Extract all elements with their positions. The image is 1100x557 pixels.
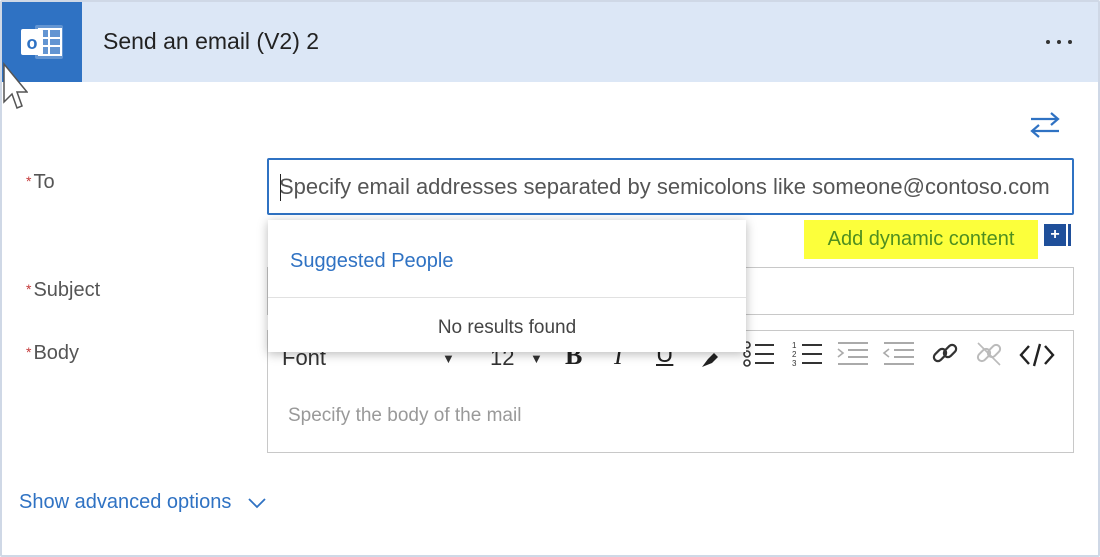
show-advanced-options-label[interactable]: Show advanced options bbox=[19, 491, 231, 514]
divider bbox=[268, 297, 746, 298]
code-view-icon[interactable] bbox=[1018, 341, 1056, 369]
required-marker: * bbox=[26, 173, 32, 189]
svg-text:3: 3 bbox=[792, 359, 797, 368]
svg-text:1: 1 bbox=[792, 341, 797, 350]
decrease-indent-icon[interactable] bbox=[836, 339, 870, 369]
required-marker: * bbox=[26, 281, 32, 297]
text-caret bbox=[280, 174, 281, 201]
show-advanced-options-link[interactable]: Show advanced options bbox=[19, 491, 267, 514]
more-options-icon[interactable] bbox=[1036, 24, 1082, 60]
svg-text:2: 2 bbox=[792, 350, 797, 359]
swap-arrows-icon[interactable] bbox=[1028, 110, 1062, 140]
numbered-list-icon[interactable]: 1 2 3 bbox=[790, 339, 824, 369]
unlink-icon[interactable] bbox=[974, 339, 1004, 369]
suggested-people-header: Suggested People bbox=[290, 250, 454, 272]
increase-indent-icon[interactable] bbox=[882, 339, 916, 369]
required-marker: * bbox=[26, 344, 32, 360]
link-icon[interactable] bbox=[930, 339, 960, 369]
font-dropdown-chevron-icon[interactable]: ▼ bbox=[442, 351, 455, 366]
dynamic-content-edge bbox=[1068, 224, 1071, 246]
bulleted-list-icon[interactable] bbox=[742, 339, 776, 369]
to-label: * To bbox=[26, 171, 55, 193]
to-input[interactable] bbox=[269, 160, 1072, 213]
to-field[interactable] bbox=[267, 158, 1074, 215]
suggested-people-dropdown: Suggested People No results found bbox=[268, 220, 746, 352]
subject-label: * Subject bbox=[26, 279, 101, 301]
body-placeholder: Specify the body of the mail bbox=[288, 405, 522, 426]
chevron-down-icon[interactable] bbox=[247, 497, 267, 509]
card-title[interactable]: Send an email (V2) 2 bbox=[103, 28, 319, 55]
body-label: * Body bbox=[26, 342, 80, 364]
svg-text:o: o bbox=[27, 33, 38, 53]
font-size-chevron-icon[interactable]: ▼ bbox=[530, 351, 543, 366]
send-email-action-card: o Send an email (V2) 2 *To Add dynamic c… bbox=[0, 0, 1100, 557]
no-results-text: No results found bbox=[437, 317, 577, 338]
add-dynamic-content-plus-icon[interactable]: + bbox=[1044, 224, 1066, 246]
add-dynamic-content-link[interactable]: Add dynamic content bbox=[804, 220, 1038, 259]
mouse-cursor-icon bbox=[3, 62, 28, 109]
card-header[interactable]: o Send an email (V2) 2 bbox=[2, 2, 1098, 82]
